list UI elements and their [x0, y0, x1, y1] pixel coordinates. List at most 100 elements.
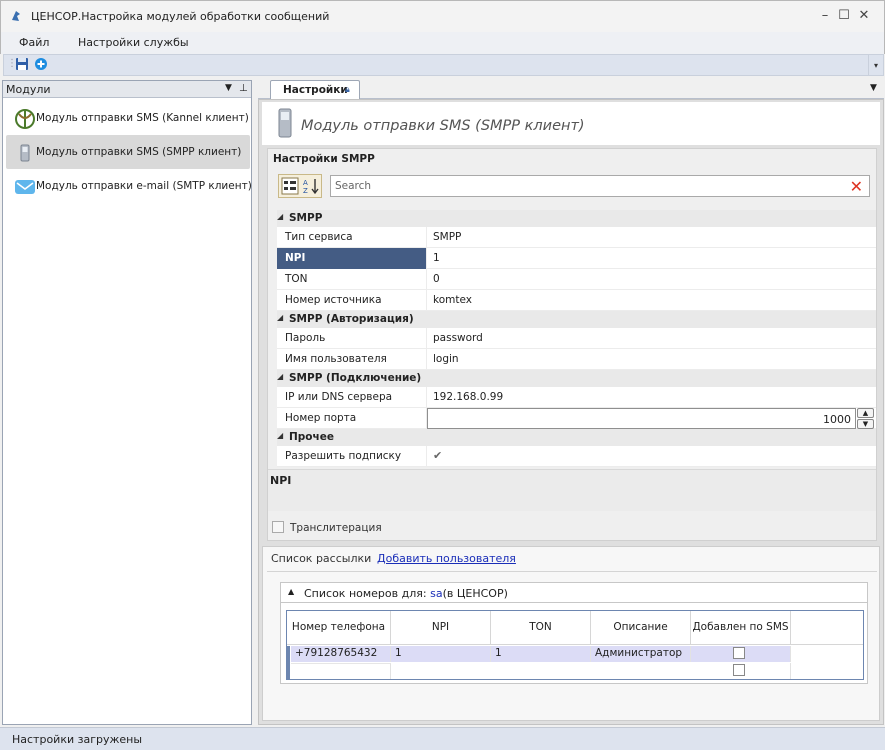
tab-menu-icon[interactable]: ▼	[870, 83, 877, 93]
column-header-filler	[791, 611, 863, 645]
minimize-icon[interactable]: –	[816, 7, 834, 25]
modules-header-label: Модули	[6, 83, 51, 96]
stepper-up-icon[interactable]: ▲	[857, 408, 874, 418]
toolbar-overflow-icon[interactable]: ▾	[869, 54, 884, 76]
app-icon	[12, 11, 20, 21]
module-item-smpp[interactable]: Модуль отправки SMS (SMPP клиент)	[6, 135, 250, 169]
transliteration-label: Транслитерация	[290, 522, 382, 534]
module-item-smtp[interactable]: Модуль отправки e-mail (SMTP клиент)	[6, 169, 252, 203]
property-value[interactable]: 0	[433, 273, 440, 285]
menu-service-settings[interactable]: Настройки службы	[78, 36, 189, 49]
title-bar: ЦЕНСОР.Настройка модулей обработки сообщ…	[0, 0, 885, 32]
property-value[interactable]: login	[433, 353, 459, 365]
new-row-added-by-sms[interactable]	[691, 663, 791, 679]
divider	[267, 571, 877, 572]
property-row[interactable]: Пароль password	[277, 328, 876, 349]
property-key: Пароль	[277, 328, 427, 349]
add-user-link[interactable]: Добавить пользователя	[377, 552, 516, 565]
pin-icon[interactable]: ⊥	[239, 83, 248, 94]
new-row[interactable]	[291, 663, 391, 679]
column-header-description[interactable]: Описание	[591, 611, 691, 645]
column-header-npi[interactable]: NPI	[391, 611, 491, 645]
alphabetical-sort-icon[interactable]: AZ	[302, 177, 320, 195]
property-value[interactable]: komtex	[433, 294, 472, 306]
add-icon[interactable]	[34, 57, 48, 71]
property-key: IP или DNS сервера	[277, 387, 427, 408]
menu-bar: Файл Настройки службы	[0, 32, 885, 54]
tab-settings[interactable]: Настройки 🔒︎	[270, 80, 360, 99]
property-key: Номер источника	[277, 290, 427, 311]
cell-phone[interactable]: +79128765432	[291, 646, 391, 662]
svg-text:Z: Z	[303, 187, 308, 195]
property-value[interactable]: password	[433, 332, 483, 344]
collapse-icon[interactable]: ◢	[277, 313, 283, 322]
property-value[interactable]: SMPP	[433, 231, 461, 243]
sort-buttons: AZ	[278, 174, 322, 198]
property-value[interactable]: 192.168.0.99	[433, 391, 503, 403]
module-item-kannel[interactable]: Модуль отправки SMS (Kannel клиент)	[6, 101, 250, 135]
property-value[interactable]: 1	[433, 252, 440, 264]
clear-search-icon[interactable]: ✕	[850, 177, 863, 196]
categorized-sort-icon[interactable]	[281, 177, 299, 195]
dropdown-icon[interactable]: ▼	[225, 83, 232, 93]
column-header-phone[interactable]: Номер телефона	[287, 611, 391, 645]
phone-icon	[20, 144, 30, 162]
port-stepper[interactable]: 1000	[427, 408, 856, 429]
modules-header: Модули ▼ ⊥	[3, 81, 251, 98]
property-row[interactable]: NPI 1	[277, 248, 876, 269]
phone-icon	[278, 108, 292, 138]
collapse-icon[interactable]: ◢	[277, 372, 283, 381]
recipients-label: Список рассылки	[271, 552, 372, 565]
tab-strip: Настройки 🔒︎ ▼	[258, 80, 884, 99]
stepper-down-icon[interactable]: ▼	[857, 419, 874, 429]
category-smpp-auth[interactable]: ◢ SMPP (Авторизация)	[277, 311, 876, 328]
save-icon[interactable]	[15, 57, 29, 71]
property-row[interactable]: Имя пользователя login	[277, 349, 876, 370]
maximize-icon[interactable]: ☐	[835, 7, 853, 25]
menu-file[interactable]: Файл	[19, 36, 49, 49]
modules-panel: Модули ▼ ⊥ Модуль отправки SMS (Kannel к…	[2, 80, 252, 725]
property-key: Имя пользователя	[277, 349, 427, 370]
cell-ton[interactable]: 1	[491, 646, 591, 662]
property-row[interactable]: Разрешить подписку ✔	[277, 446, 876, 467]
cell-added-by-sms[interactable]	[691, 646, 791, 662]
category-other[interactable]: ◢ Прочее	[277, 429, 876, 446]
module-header: Модуль отправки SMS (SMPP клиент)	[262, 102, 880, 145]
column-header-ton[interactable]: TON	[491, 611, 591, 645]
property-row[interactable]: Номер порта 1000 ▲ ▼	[277, 408, 876, 429]
kannel-icon	[15, 109, 35, 129]
allow-subscription-checkbox[interactable]: ✔	[433, 449, 446, 462]
group-user[interactable]: sa	[430, 587, 442, 600]
category-smpp[interactable]: ◢ SMPP	[277, 210, 876, 227]
port-value: 1000	[823, 413, 851, 426]
group-prefix: Список номеров для:	[304, 587, 427, 600]
port-stepper-buttons: ▲ ▼	[857, 408, 874, 429]
cell-npi[interactable]: 1	[391, 646, 491, 662]
property-row[interactable]: TON 0	[277, 269, 876, 290]
property-description: NPI	[268, 469, 876, 511]
property-key: TON	[277, 269, 427, 290]
checkbox-box[interactable]	[272, 521, 284, 533]
search-placeholder: Search	[335, 180, 372, 192]
module-item-label: Модуль отправки e-mail (SMTP клиент)	[36, 180, 252, 192]
column-header-added-by-sms[interactable]: Добавлен по SMS	[691, 611, 791, 645]
property-key: Тип сервиса	[277, 227, 427, 248]
property-row[interactable]: Тип сервиса SMPP	[277, 227, 876, 248]
new-row-checkbox[interactable]	[733, 664, 745, 676]
collapse-icon[interactable]: ▲	[288, 587, 294, 596]
group-header[interactable]: ▲ Список номеров для: sa(в ЦЕНСОР)	[281, 583, 867, 603]
transliteration-checkbox[interactable]: Транслитерация	[272, 521, 382, 534]
status-bar: Настройки загружены	[0, 727, 885, 750]
collapse-icon[interactable]: ◢	[277, 212, 283, 221]
property-row[interactable]: Номер источника komtex	[277, 290, 876, 311]
collapse-icon[interactable]: ◢	[277, 431, 283, 440]
category-smpp-connection[interactable]: ◢ SMPP (Подключение)	[277, 370, 876, 387]
added-by-sms-checkbox[interactable]	[733, 647, 745, 659]
search-input[interactable]: Search ✕	[330, 175, 870, 197]
tab-label: Настройки	[283, 84, 348, 96]
close-icon[interactable]: ✕	[855, 7, 873, 25]
property-row[interactable]: IP или DNS сервера 192.168.0.99	[277, 387, 876, 408]
toolbar: ⋮	[3, 54, 869, 76]
group-suffix: (в ЦЕНСОР)	[442, 587, 508, 600]
cell-description[interactable]: Администратор	[591, 646, 691, 662]
